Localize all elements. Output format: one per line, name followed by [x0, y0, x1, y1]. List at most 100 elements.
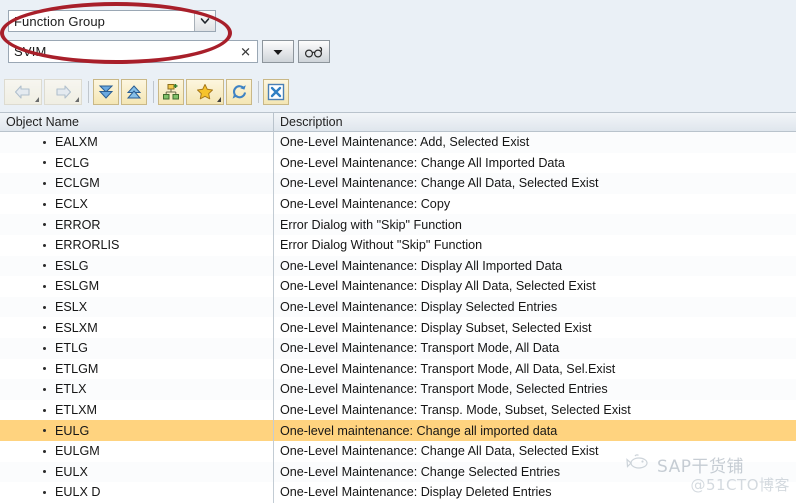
- cell-description: One-Level Maintenance: Display Deleted E…: [280, 485, 552, 500]
- glasses-icon: [304, 46, 323, 58]
- search-input[interactable]: SVIM: [9, 44, 47, 59]
- object-name-label: EULGM: [55, 444, 100, 459]
- column-header-object-name[interactable]: Object Name: [0, 113, 274, 131]
- cell-object-name: ERROR: [0, 214, 274, 235]
- bullet-icon: [43, 202, 46, 206]
- object-name-label: ERROR: [55, 217, 101, 232]
- table-row[interactable]: ESLXM One-Level Maintenance: Display Subs…: [0, 317, 796, 338]
- cell-description: One-Level Maintenance: Display Selected …: [280, 300, 558, 315]
- cell-object-name: ESLG: [0, 255, 274, 277]
- bullet-icon: [43, 243, 46, 247]
- bullet-icon: [43, 161, 46, 165]
- table-row[interactable]: ETLXM One-Level Maintenance: Transp. Mode…: [0, 399, 796, 421]
- object-list-table: Object Name Description EALXM One-Level M…: [0, 112, 796, 503]
- cancel-button[interactable]: [263, 79, 289, 105]
- bullet-icon: [43, 429, 46, 433]
- column-header-description[interactable]: Description: [274, 113, 796, 131]
- cell-object-name: ETLG: [0, 337, 274, 359]
- bullet-icon: [43, 367, 46, 371]
- bullet-icon: [43, 470, 46, 474]
- refresh-button[interactable]: [226, 79, 252, 105]
- table-row[interactable]: EULGM One-Level Maintenance: Change All D…: [0, 440, 796, 462]
- sap-object-navigator-window: Function Group SVIM ✕ Object Name Descri…: [0, 0, 796, 503]
- hierarchy-add-icon: [163, 84, 179, 100]
- cell-description: One-Level Maintenance: Display All Impor…: [280, 258, 563, 273]
- table-row[interactable]: ERRORLIS Error Dialog Without "Skip" Func…: [0, 234, 796, 256]
- chevron-down-icon[interactable]: [35, 97, 39, 102]
- arrow-right-icon: [56, 85, 72, 99]
- cell-object-name: EULGM: [0, 440, 274, 462]
- cell-object-name: ESLX: [0, 296, 274, 318]
- table-row[interactable]: ERROR Error Dialog with "Skip" Function: [0, 214, 796, 235]
- cell-object-name: ETLX: [0, 379, 274, 400]
- table-row[interactable]: ESLX One-Level Maintenance: Display Selec…: [0, 296, 796, 318]
- chevron-down-icon[interactable]: [194, 11, 215, 31]
- table-row[interactable]: EULX One-Level Maintenance: Change Select…: [0, 461, 796, 483]
- object-list-button[interactable]: [158, 79, 184, 105]
- chevron-down-icon[interactable]: [217, 97, 221, 102]
- object-type-select[interactable]: Function Group: [8, 10, 216, 32]
- object-name-label: ESLG: [55, 258, 89, 273]
- cell-description: One-Level Maintenance: Display Subset, S…: [280, 320, 592, 335]
- object-name-label: ESLX: [55, 300, 88, 315]
- cell-description: One-Level Maintenance: Transp. Mode, Sub…: [280, 403, 631, 418]
- arrow-left-icon: [14, 85, 30, 99]
- toolbar-divider: [258, 81, 259, 103]
- object-name-label: EULG: [55, 423, 90, 438]
- table-row[interactable]: EULX D One-Level Maintenance: Display Del…: [0, 482, 796, 503]
- chevron-down-icon[interactable]: [75, 97, 79, 102]
- bullet-icon: [43, 387, 46, 391]
- table-row[interactable]: ECLGM One-Level Maintenance: Change All D…: [0, 173, 796, 194]
- find-button[interactable]: [298, 40, 330, 63]
- cell-description: One-Level Maintenance: Display All Data,…: [280, 279, 596, 294]
- search-dropdown-button[interactable]: [262, 40, 294, 63]
- refresh-icon: [232, 85, 247, 99]
- bullet-icon: [43, 181, 46, 185]
- favorites-button[interactable]: [186, 79, 224, 105]
- double-arrow-up-icon: [126, 85, 142, 99]
- forward-button[interactable]: [44, 79, 82, 105]
- object-name-label: ERRORLIS: [55, 238, 120, 253]
- table-row[interactable]: ETLG One-Level Maintenance: Transport Mod…: [0, 337, 796, 359]
- table-row[interactable]: EULG One-level maintenance: Change all im…: [0, 420, 796, 441]
- table-row[interactable]: ECLX One-Level Maintenance: Copy: [0, 193, 796, 215]
- table-row[interactable]: ESLG One-Level Maintenance: Display All I…: [0, 255, 796, 277]
- object-name-label: ECLX: [55, 197, 88, 212]
- collapse-all-button[interactable]: [121, 79, 147, 105]
- cell-description: One-Level Maintenance: Change All Data, …: [280, 444, 599, 459]
- cell-object-name: EULX: [0, 461, 274, 483]
- object-name-label: ETLXM: [55, 403, 97, 418]
- blue-x-icon: [267, 83, 285, 101]
- cell-object-name: EALXM: [0, 132, 274, 153]
- bullet-icon: [43, 490, 46, 494]
- cell-description: One-level maintenance: Change all import…: [280, 423, 558, 438]
- cell-object-name: ECLG: [0, 152, 274, 174]
- cell-object-name: ECLGM: [0, 173, 274, 194]
- cell-object-name: EULX D: [0, 482, 274, 503]
- search-area: Function Group SVIM ✕: [0, 0, 796, 74]
- expand-all-button[interactable]: [93, 79, 119, 105]
- object-name-label: ETLG: [55, 341, 88, 356]
- toolbar-divider: [88, 81, 89, 103]
- table-row[interactable]: ESLGM One-Level Maintenance: Display All …: [0, 276, 796, 297]
- bullet-icon: [43, 408, 46, 412]
- object-name-label: ETLGM: [55, 361, 99, 376]
- close-icon[interactable]: ✕: [240, 45, 251, 58]
- table-row[interactable]: ETLX One-Level Maintenance: Transport Mod…: [0, 379, 796, 400]
- search-input-wrap[interactable]: SVIM ✕: [8, 40, 258, 63]
- object-name-label: EULX: [55, 464, 88, 479]
- table-row[interactable]: ETLGM One-Level Maintenance: Transport Mo…: [0, 358, 796, 380]
- bullet-icon: [43, 223, 46, 227]
- bullet-icon: [43, 449, 46, 453]
- object-name-label: ECLGM: [55, 176, 100, 191]
- cell-object-name: ESLGM: [0, 276, 274, 297]
- table-row[interactable]: ECLG One-Level Maintenance: Change All Im…: [0, 152, 796, 174]
- table-body: EALXM One-Level Maintenance: Add, Selecte…: [0, 132, 796, 503]
- toolbar: [0, 76, 796, 111]
- cell-object-name: ESLXM: [0, 317, 274, 338]
- back-button[interactable]: [4, 79, 42, 105]
- search-row: SVIM ✕: [8, 40, 330, 63]
- cell-description: One-Level Maintenance: Add, Selected Exi…: [280, 135, 530, 150]
- table-row[interactable]: EALXM One-Level Maintenance: Add, Selecte…: [0, 132, 796, 153]
- cell-description: One-Level Maintenance: Transport Mode, S…: [280, 382, 608, 397]
